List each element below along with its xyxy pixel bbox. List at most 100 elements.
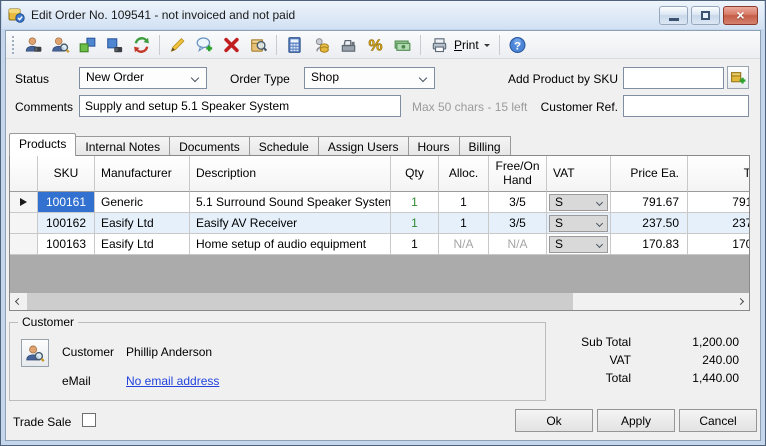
edit-item-button[interactable]	[165, 33, 190, 57]
till-button[interactable]	[336, 33, 361, 57]
help-button[interactable]: ?	[505, 33, 530, 57]
add-product-button[interactable]	[727, 66, 749, 89]
vat-dropdown[interactable]: S	[549, 236, 608, 253]
product-details-button[interactable]	[75, 33, 100, 57]
cell-alloc[interactable]: 1	[439, 192, 489, 213]
cell-qty[interactable]: 1	[391, 234, 439, 255]
find-customer-icon	[51, 36, 70, 54]
scrollbar-thumb[interactable]	[27, 293, 573, 310]
tab-schedule[interactable]: Schedule	[250, 136, 319, 156]
customer-ref-label: Customer Ref.	[506, 100, 618, 114]
find-product-button[interactable]	[102, 33, 127, 57]
cancel-button[interactable]: Cancel	[679, 409, 757, 432]
cell-manufacturer[interactable]: Easify Ltd	[95, 213, 190, 234]
trade-sale-checkbox[interactable]	[82, 413, 96, 427]
tab-strip: Products Internal Notes Documents Schedu…	[9, 134, 511, 156]
money-button[interactable]	[390, 33, 415, 57]
calculator-button[interactable]	[282, 33, 307, 57]
cell-free-on-hand[interactable]: 3/5	[489, 192, 547, 213]
add-product-by-sku-input[interactable]	[623, 67, 724, 89]
discount-button[interactable]: %	[363, 33, 388, 57]
print-button[interactable]: Print	[426, 33, 494, 57]
tab-documents[interactable]: Documents	[170, 136, 250, 156]
delete-item-button[interactable]	[219, 33, 244, 57]
cell-qty[interactable]: 1	[391, 213, 439, 234]
tab-hours[interactable]: Hours	[409, 136, 460, 156]
cell-sku[interactable]: 100162	[38, 213, 95, 234]
horizontal-scrollbar[interactable]	[10, 293, 749, 310]
cell-free-on-hand[interactable]: 3/5	[489, 213, 547, 234]
cell-price-ea[interactable]: 791.67	[611, 192, 688, 213]
cell-vat: S	[547, 234, 611, 255]
order-type-combo[interactable]: Shop	[304, 67, 435, 89]
toolbar-grip[interactable]	[12, 36, 14, 54]
cell-free-on-hand[interactable]: N/A	[489, 234, 547, 255]
minimize-button[interactable]	[659, 6, 688, 25]
tab-assign-users[interactable]: Assign Users	[319, 136, 409, 156]
cell-description[interactable]: Easify AV Receiver	[190, 213, 391, 234]
tab-billing[interactable]: Billing	[460, 136, 511, 156]
column-header-description[interactable]: Description	[190, 156, 391, 192]
column-header-alloc[interactable]: Alloc.	[439, 156, 489, 192]
row-selector[interactable]	[10, 234, 38, 255]
maximize-button[interactable]	[691, 6, 720, 25]
scroll-right-button[interactable]	[732, 293, 749, 310]
close-button[interactable]: ×	[723, 6, 758, 25]
cell-price-ea[interactable]: 170.83	[611, 234, 688, 255]
refresh-button[interactable]	[129, 33, 154, 57]
vat-dropdown[interactable]: S	[549, 215, 608, 232]
tab-products[interactable]: Products	[9, 133, 76, 156]
comments-input[interactable]: Supply and setup 5.1 Speaker System	[79, 95, 401, 117]
chevron-right-icon	[737, 298, 744, 305]
vat-dropdown[interactable]: S	[549, 194, 608, 211]
client-area: % Print	[5, 30, 761, 441]
column-header-sku[interactable]: SKU	[38, 156, 95, 192]
toolbar-separator	[420, 35, 421, 55]
find-product-icon	[105, 36, 124, 54]
email-link[interactable]: No email address	[126, 374, 219, 388]
payments-button[interactable]	[309, 33, 334, 57]
cell-total[interactable]: 170.83	[688, 234, 750, 255]
apply-button[interactable]: Apply	[597, 409, 675, 432]
cell-manufacturer[interactable]: Easify Ltd	[95, 234, 190, 255]
cell-description[interactable]: 5.1 Surround Sound Speaker System	[190, 192, 391, 213]
column-header-qty[interactable]: Qty	[391, 156, 439, 192]
order-icon	[8, 7, 25, 23]
cell-alloc[interactable]: 1	[439, 213, 489, 234]
vat-value: S	[555, 195, 563, 209]
cell-alloc[interactable]: N/A	[439, 234, 489, 255]
chevron-left-icon	[15, 298, 22, 305]
customer-details-icon	[24, 36, 43, 54]
help-icon: ?	[508, 36, 527, 54]
find-customer-button[interactable]	[48, 33, 73, 57]
row-selector[interactable]	[10, 192, 38, 213]
scroll-left-button[interactable]	[10, 293, 27, 310]
add-comment-button[interactable]	[192, 33, 217, 57]
find-customer-detail-button[interactable]	[21, 339, 49, 367]
cell-qty[interactable]: 1	[391, 192, 439, 213]
cell-total[interactable]: 791.67	[688, 192, 750, 213]
ok-button[interactable]: Ok	[515, 409, 593, 432]
customer-search-icon	[25, 344, 45, 363]
toolbar-separator	[276, 35, 277, 55]
customer-ref-input[interactable]	[623, 95, 749, 117]
status-combo[interactable]: New Order	[79, 67, 207, 89]
cell-sku[interactable]: 100163	[38, 234, 95, 255]
column-header-free-on-hand[interactable]: Free/On Hand	[489, 156, 547, 192]
column-header-total[interactable]: Total	[688, 156, 750, 192]
cell-sku[interactable]: 100161	[38, 192, 95, 213]
customer-groupbox: Customer Customer Phillip Anderson eMail…	[9, 322, 546, 401]
cell-manufacturer[interactable]: Generic	[95, 192, 190, 213]
cell-total[interactable]: 237.50	[688, 213, 750, 234]
cell-price-ea[interactable]: 237.50	[611, 213, 688, 234]
column-header-price-ea[interactable]: Price Ea.	[611, 156, 688, 192]
print-dropdown-caret	[484, 44, 490, 50]
cell-vat: S	[547, 213, 611, 234]
column-header-vat[interactable]: VAT	[547, 156, 611, 192]
column-header-manufacturer[interactable]: Manufacturer	[95, 156, 190, 192]
find-item-button[interactable]	[246, 33, 271, 57]
cell-description[interactable]: Home setup of audio equipment	[190, 234, 391, 255]
customer-details-button[interactable]	[21, 33, 46, 57]
row-selector[interactable]	[10, 213, 38, 234]
tab-internal-notes[interactable]: Internal Notes	[76, 136, 170, 156]
